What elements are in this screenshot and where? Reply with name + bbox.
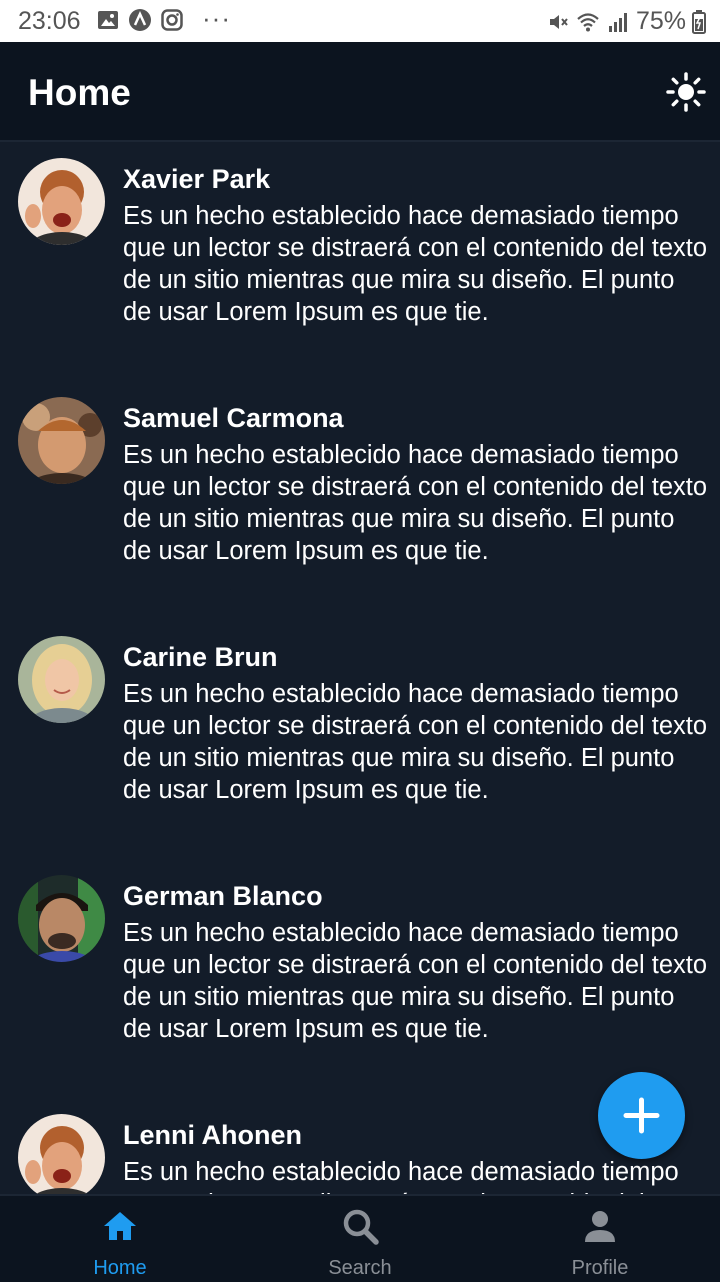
page-title: Home [28,72,131,113]
post-author: German Blanco [123,881,323,911]
instagram-icon [161,9,183,31]
nav-label-search: Search [328,1257,392,1279]
post-body: Es un hecho establecido hace demasiado t… [123,919,708,1043]
avatar[interactable] [18,636,105,723]
avatar[interactable] [18,397,105,484]
post-author: Samuel Carmona [123,403,344,433]
mute-icon [549,14,568,29]
notification-icons [96,8,184,32]
post-author: Carine Brun [123,642,278,672]
app-header: Home [0,42,720,142]
post-body: Es un hecho establecido hace demasiado t… [123,441,708,565]
post-body: Es un hecho establecido hace demasiado t… [123,202,708,326]
post-author: Xavier Park [123,164,271,194]
image-icon [98,11,118,29]
status-time: 23:06 [18,7,81,35]
avatar[interactable] [18,158,105,245]
battery-icon [692,9,706,34]
battery-level: 75% [635,7,686,35]
nav-label-home: Home [93,1257,147,1279]
signal-icon [608,12,627,32]
post-item[interactable]: Samuel Carmona Es un hecho establecido h… [0,381,720,620]
nav-label-profile: Profile [571,1257,629,1279]
search-icon [343,1209,379,1245]
status-bar: 23:06 ··· 75% [0,0,720,42]
sun-icon[interactable] [666,72,706,112]
nav-item-search[interactable]: Search [240,1196,480,1282]
nav-item-profile[interactable]: Profile [480,1196,720,1282]
plus-icon [623,1097,660,1134]
post-body: Es un hecho establecido hace demasiado t… [123,1158,707,1194]
wifi-icon [577,12,599,31]
post-body: Es un hecho establecido hace demasiado t… [123,680,708,804]
bottom-navigation: Home Search Profile [0,1194,720,1282]
profile-icon [585,1211,615,1242]
post-item[interactable]: Xavier Park Es un hecho establecido hace… [0,142,720,381]
post-feed[interactable]: Xavier Park Es un hecho establecido hace… [0,142,720,1194]
more-notifications-icon: ··· [202,3,231,33]
post-item[interactable]: German Blanco Es un hecho establecido ha… [0,859,720,1098]
nav-item-home[interactable]: Home [0,1196,240,1282]
system-icons: 75% [546,7,706,36]
avatar[interactable] [18,875,105,962]
avatar[interactable] [18,1114,105,1194]
home-icon [104,1212,136,1240]
post-author: Lenni Ahonen [123,1120,302,1150]
add-post-button[interactable] [598,1072,685,1159]
app-icon [129,9,151,31]
post-item[interactable]: Carine Brun Es un hecho establecido hace… [0,620,720,859]
